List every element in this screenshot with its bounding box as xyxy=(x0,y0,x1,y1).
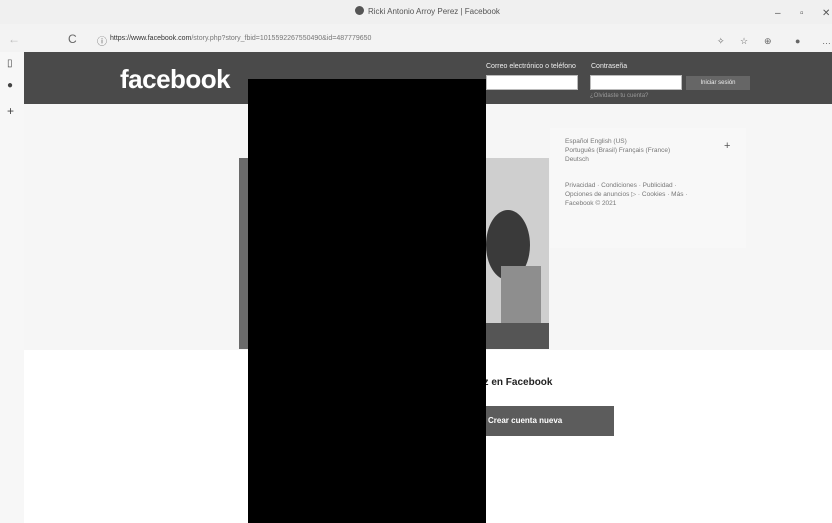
signup-heading: ez en Facebook xyxy=(478,377,553,388)
languages-line-3[interactable]: Deutsch xyxy=(565,155,589,164)
password-label: Contraseña xyxy=(591,63,628,70)
close-button[interactable]: ✕ xyxy=(822,8,830,19)
url-path: /story.php?story_fbid=1015592267550490&i… xyxy=(191,35,372,42)
window-title-text: Ricki Antonio Arroy Perez | Facebook xyxy=(368,7,500,16)
read-aloud-icon[interactable]: ✧ xyxy=(717,36,725,47)
create-account-button[interactable]: Crear cuenta nueva xyxy=(480,406,614,436)
photo-shape xyxy=(501,266,541,326)
password-field[interactable] xyxy=(590,75,682,90)
site-info-icon[interactable]: ⓘ xyxy=(97,33,107,48)
redaction-block xyxy=(248,79,486,523)
url-field[interactable]: https://www.facebook.com/story.php?story… xyxy=(110,35,371,42)
url-host: https://www.facebook.com xyxy=(110,35,192,42)
more-languages-button[interactable]: + xyxy=(724,140,730,152)
login-button[interactable]: Iniciar sesión xyxy=(686,76,750,90)
maximize-button[interactable]: ▫ xyxy=(800,8,804,19)
add-icon[interactable]: + xyxy=(7,104,14,118)
languages-line-2[interactable]: Português (Brasil) Français (France) xyxy=(565,146,670,155)
email-field[interactable] xyxy=(486,75,578,90)
address-bar: ← C ⓘ https://www.facebook.com/story.php… xyxy=(0,24,832,52)
sidebar-app-icon[interactable]: ● xyxy=(7,80,13,91)
forgot-account-link[interactable]: ¿Olvidaste tu cuenta? xyxy=(590,93,648,99)
more-menu-icon[interactable]: … xyxy=(822,36,831,46)
languages-line-1[interactable]: Español English (US) xyxy=(565,137,627,146)
footer-links-line-1[interactable]: Privacidad · Condiciones · Publicidad · xyxy=(565,181,677,190)
photo-bottom xyxy=(486,323,549,349)
window-title: Ricki Antonio Arroy Perez | Facebook xyxy=(355,6,500,16)
title-bar: Ricki Antonio Arroy Perez | Facebook – ▫… xyxy=(0,0,832,24)
collections-icon[interactable]: ⊕ xyxy=(764,36,772,47)
footer-links-line-2[interactable]: Opciones de anuncios ▷ · Cookies · Más · xyxy=(565,190,687,199)
reload-icon[interactable]: C xyxy=(68,32,77,46)
facebook-logo[interactable]: facebook xyxy=(120,64,231,95)
email-label: Correo electrónico o teléfono xyxy=(486,63,576,70)
copyright-text: Facebook © 2021 xyxy=(565,200,617,207)
minimize-button[interactable]: – xyxy=(775,8,781,19)
browser-sidebar: ▯ ● + xyxy=(0,52,24,523)
back-icon[interactable]: ← xyxy=(8,32,20,46)
profile-avatar-icon[interactable]: ● xyxy=(795,36,800,46)
favorite-star-icon[interactable]: ☆ xyxy=(740,36,748,47)
tab-actions-icon[interactable]: ▯ xyxy=(7,58,13,69)
facebook-favicon-icon xyxy=(355,6,364,15)
